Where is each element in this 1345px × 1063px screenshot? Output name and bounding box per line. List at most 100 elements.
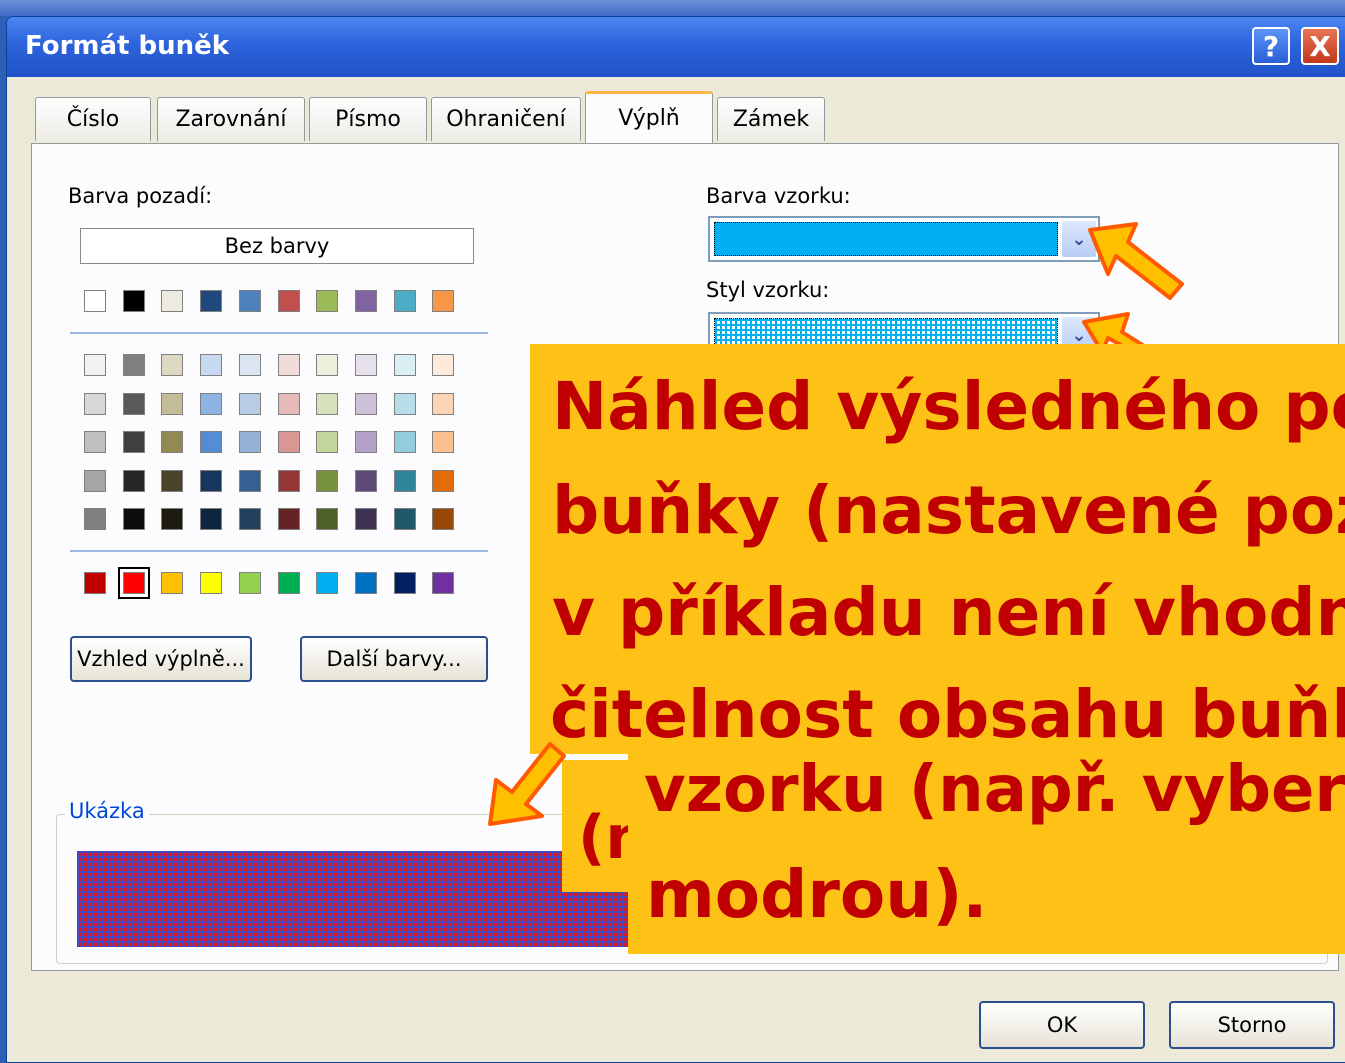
callout-main-line-1: Náhled výsledného po	[552, 368, 1345, 445]
pattern-color-label: Barva vzorku:	[706, 184, 851, 208]
help-button[interactable]: ?	[1252, 27, 1290, 65]
tint-color-swatch[interactable]	[84, 469, 106, 492]
tab-border[interactable]: Ohraničení	[431, 97, 581, 141]
tint-color-swatch[interactable]	[122, 354, 145, 376]
theme-color-swatch[interactable]	[354, 290, 377, 312]
tint-color-swatch[interactable]	[316, 354, 339, 376]
tint-color-swatch[interactable]	[84, 431, 106, 453]
tint-color-swatch[interactable]	[277, 392, 300, 415]
callout-main-line-3: v příkladu není vhodn	[552, 574, 1345, 651]
tint-color-swatch[interactable]	[432, 508, 455, 530]
standard-color-swatch[interactable]	[84, 572, 106, 594]
tint-color-swatch[interactable]	[200, 431, 223, 453]
more-colors-button[interactable]: Další barvy...	[300, 636, 488, 682]
tint-color-swatch[interactable]	[161, 392, 184, 415]
tint-color-swatch[interactable]	[316, 431, 339, 453]
ok-button[interactable]: OK	[979, 1001, 1145, 1049]
tint-color-swatch[interactable]	[84, 354, 106, 376]
standard-color-swatch[interactable]	[432, 572, 455, 594]
theme-color-swatch[interactable]	[316, 290, 339, 312]
tint-color-swatch[interactable]	[432, 431, 455, 453]
tab-font[interactable]: Písmo	[309, 97, 427, 141]
tint-color-swatch[interactable]	[393, 469, 416, 492]
tint-color-swatch[interactable]	[393, 354, 416, 376]
tint-color-swatch[interactable]	[277, 354, 300, 376]
tint-color-swatch[interactable]	[161, 508, 184, 530]
theme-color-swatch[interactable]	[277, 290, 300, 312]
tint-color-swatch[interactable]	[122, 431, 145, 453]
arrow-pointer-icon	[488, 742, 566, 826]
tab-alignment[interactable]: Zarovnání	[157, 97, 305, 141]
tint-color-swatch[interactable]	[238, 508, 261, 530]
callout-main-line-2: buňky (nastavené poz	[552, 472, 1345, 549]
tint-color-swatch[interactable]	[354, 354, 377, 376]
tint-color-swatch[interactable]	[354, 431, 377, 453]
palette-separator	[70, 332, 488, 334]
standard-color-swatch[interactable]	[200, 572, 223, 594]
tab-number[interactable]: Číslo	[35, 97, 151, 141]
theme-color-swatch[interactable]	[238, 290, 261, 312]
tint-color-swatch[interactable]	[238, 431, 261, 453]
tint-color-swatch[interactable]	[316, 469, 339, 492]
standard-color-swatch[interactable]	[238, 572, 261, 594]
tint-color-swatch[interactable]	[393, 392, 416, 415]
pattern-color-combo[interactable]: ⌄	[708, 216, 1100, 262]
standard-color-swatch[interactable]	[117, 567, 150, 599]
standard-color-swatch[interactable]	[354, 572, 377, 594]
tint-color-swatch[interactable]	[200, 469, 223, 492]
tint-color-swatch[interactable]	[238, 469, 261, 492]
tint-color-swatch[interactable]	[238, 354, 261, 376]
sample-label: Ukázka	[65, 799, 149, 823]
tint-color-swatch[interactable]	[432, 392, 455, 415]
tint-color-swatch[interactable]	[354, 469, 377, 492]
dialog-title: Formát buněk	[25, 31, 230, 61]
tab-fill[interactable]: Výplň	[585, 91, 713, 143]
arrow-pointer-icon	[1088, 222, 1184, 300]
theme-color-swatch[interactable]	[200, 290, 223, 312]
tint-color-swatch[interactable]	[354, 392, 377, 415]
theme-color-swatch[interactable]	[84, 290, 106, 312]
theme-color-swatch[interactable]	[393, 290, 416, 312]
tint-color-swatch[interactable]	[393, 431, 416, 453]
standard-color-swatch[interactable]	[316, 572, 339, 594]
tint-color-swatch[interactable]	[393, 508, 416, 530]
theme-color-swatch[interactable]	[432, 290, 455, 312]
pattern-color-value	[714, 222, 1058, 256]
tint-color-swatch[interactable]	[316, 508, 339, 530]
tint-color-swatch[interactable]	[122, 508, 145, 530]
tint-color-swatch[interactable]	[84, 508, 106, 530]
tab-protection[interactable]: Zámek	[717, 97, 825, 141]
tint-color-swatch[interactable]	[200, 508, 223, 530]
title-bar[interactable]: Formát buněk ? X	[7, 17, 1345, 77]
cancel-button[interactable]: Storno	[1169, 1001, 1335, 1049]
tint-color-swatch[interactable]	[122, 469, 145, 492]
tint-color-swatch[interactable]	[84, 392, 106, 415]
tint-color-swatch[interactable]	[161, 354, 184, 376]
fill-effects-button[interactable]: Vzhled výplně...	[70, 636, 252, 682]
callout-lower-line-1: vzorku (např. vyber	[644, 753, 1345, 827]
palette-separator	[70, 550, 488, 552]
tint-color-swatch[interactable]	[277, 431, 300, 453]
tint-color-swatch[interactable]	[432, 354, 455, 376]
standard-color-swatch[interactable]	[277, 572, 300, 594]
tint-color-swatch[interactable]	[200, 354, 223, 376]
tint-color-swatch[interactable]	[200, 392, 223, 415]
tint-color-swatch[interactable]	[238, 392, 261, 415]
tint-color-swatch[interactable]	[277, 508, 300, 530]
tint-color-swatch[interactable]	[161, 431, 184, 453]
tint-color-swatch[interactable]	[316, 392, 339, 415]
tint-color-swatch[interactable]	[122, 392, 145, 415]
desktop-top-strip	[0, 0, 1345, 16]
standard-color-swatch[interactable]	[393, 572, 416, 594]
tint-color-swatch[interactable]	[277, 469, 300, 492]
theme-color-swatch[interactable]	[161, 290, 184, 312]
no-color-button[interactable]: Bez barvy	[80, 228, 474, 264]
tint-color-swatch[interactable]	[354, 508, 377, 530]
sample-preview	[77, 851, 637, 947]
tint-color-swatch[interactable]	[432, 469, 455, 492]
pattern-style-label: Styl vzorku:	[706, 278, 830, 302]
standard-color-swatch[interactable]	[161, 572, 184, 594]
close-button[interactable]: X	[1301, 27, 1339, 65]
theme-color-swatch[interactable]	[122, 290, 145, 312]
tint-color-swatch[interactable]	[161, 469, 184, 492]
